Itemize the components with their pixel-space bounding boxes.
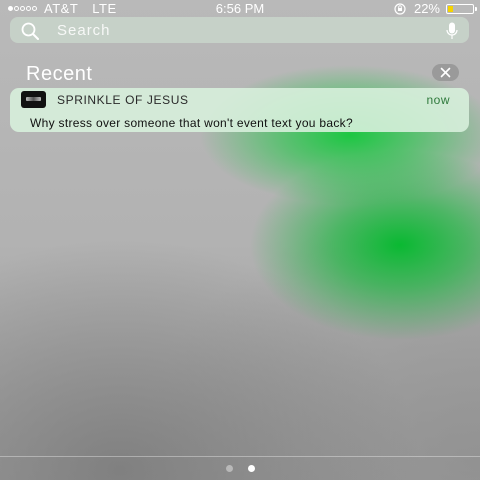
rotation-lock-icon (394, 2, 406, 15)
page-dot[interactable] (247, 465, 255, 472)
notification-app-name: SPRINKLE OF JESUS (57, 93, 189, 107)
notification-header: SPRINKLE OF JESUS now (10, 88, 469, 110)
battery-tip (475, 6, 477, 11)
page-dot[interactable] (225, 465, 233, 472)
clear-recent-button[interactable] (432, 64, 459, 81)
battery-icon (446, 3, 477, 14)
status-bar: AT&T LTE 6:56 PM 22% (0, 0, 480, 16)
divider (0, 456, 480, 457)
battery-percent-label: 22% (413, 1, 440, 16)
notification-card[interactable]: SPRINKLE OF JESUS now Why stress over so… (10, 88, 469, 132)
close-icon (440, 67, 451, 78)
recent-section-title: Recent (26, 63, 93, 85)
notification-time: now (426, 93, 450, 107)
status-right: 22% (394, 1, 477, 16)
battery-fill (448, 5, 454, 12)
search-bar[interactable] (10, 17, 469, 43)
notification-message: Why stress over someone that won't event… (30, 116, 353, 130)
microphone-icon[interactable] (446, 22, 458, 40)
app-icon (21, 91, 46, 108)
search-input[interactable] (57, 17, 427, 43)
page-indicator[interactable] (0, 465, 480, 472)
search-icon (21, 22, 39, 40)
